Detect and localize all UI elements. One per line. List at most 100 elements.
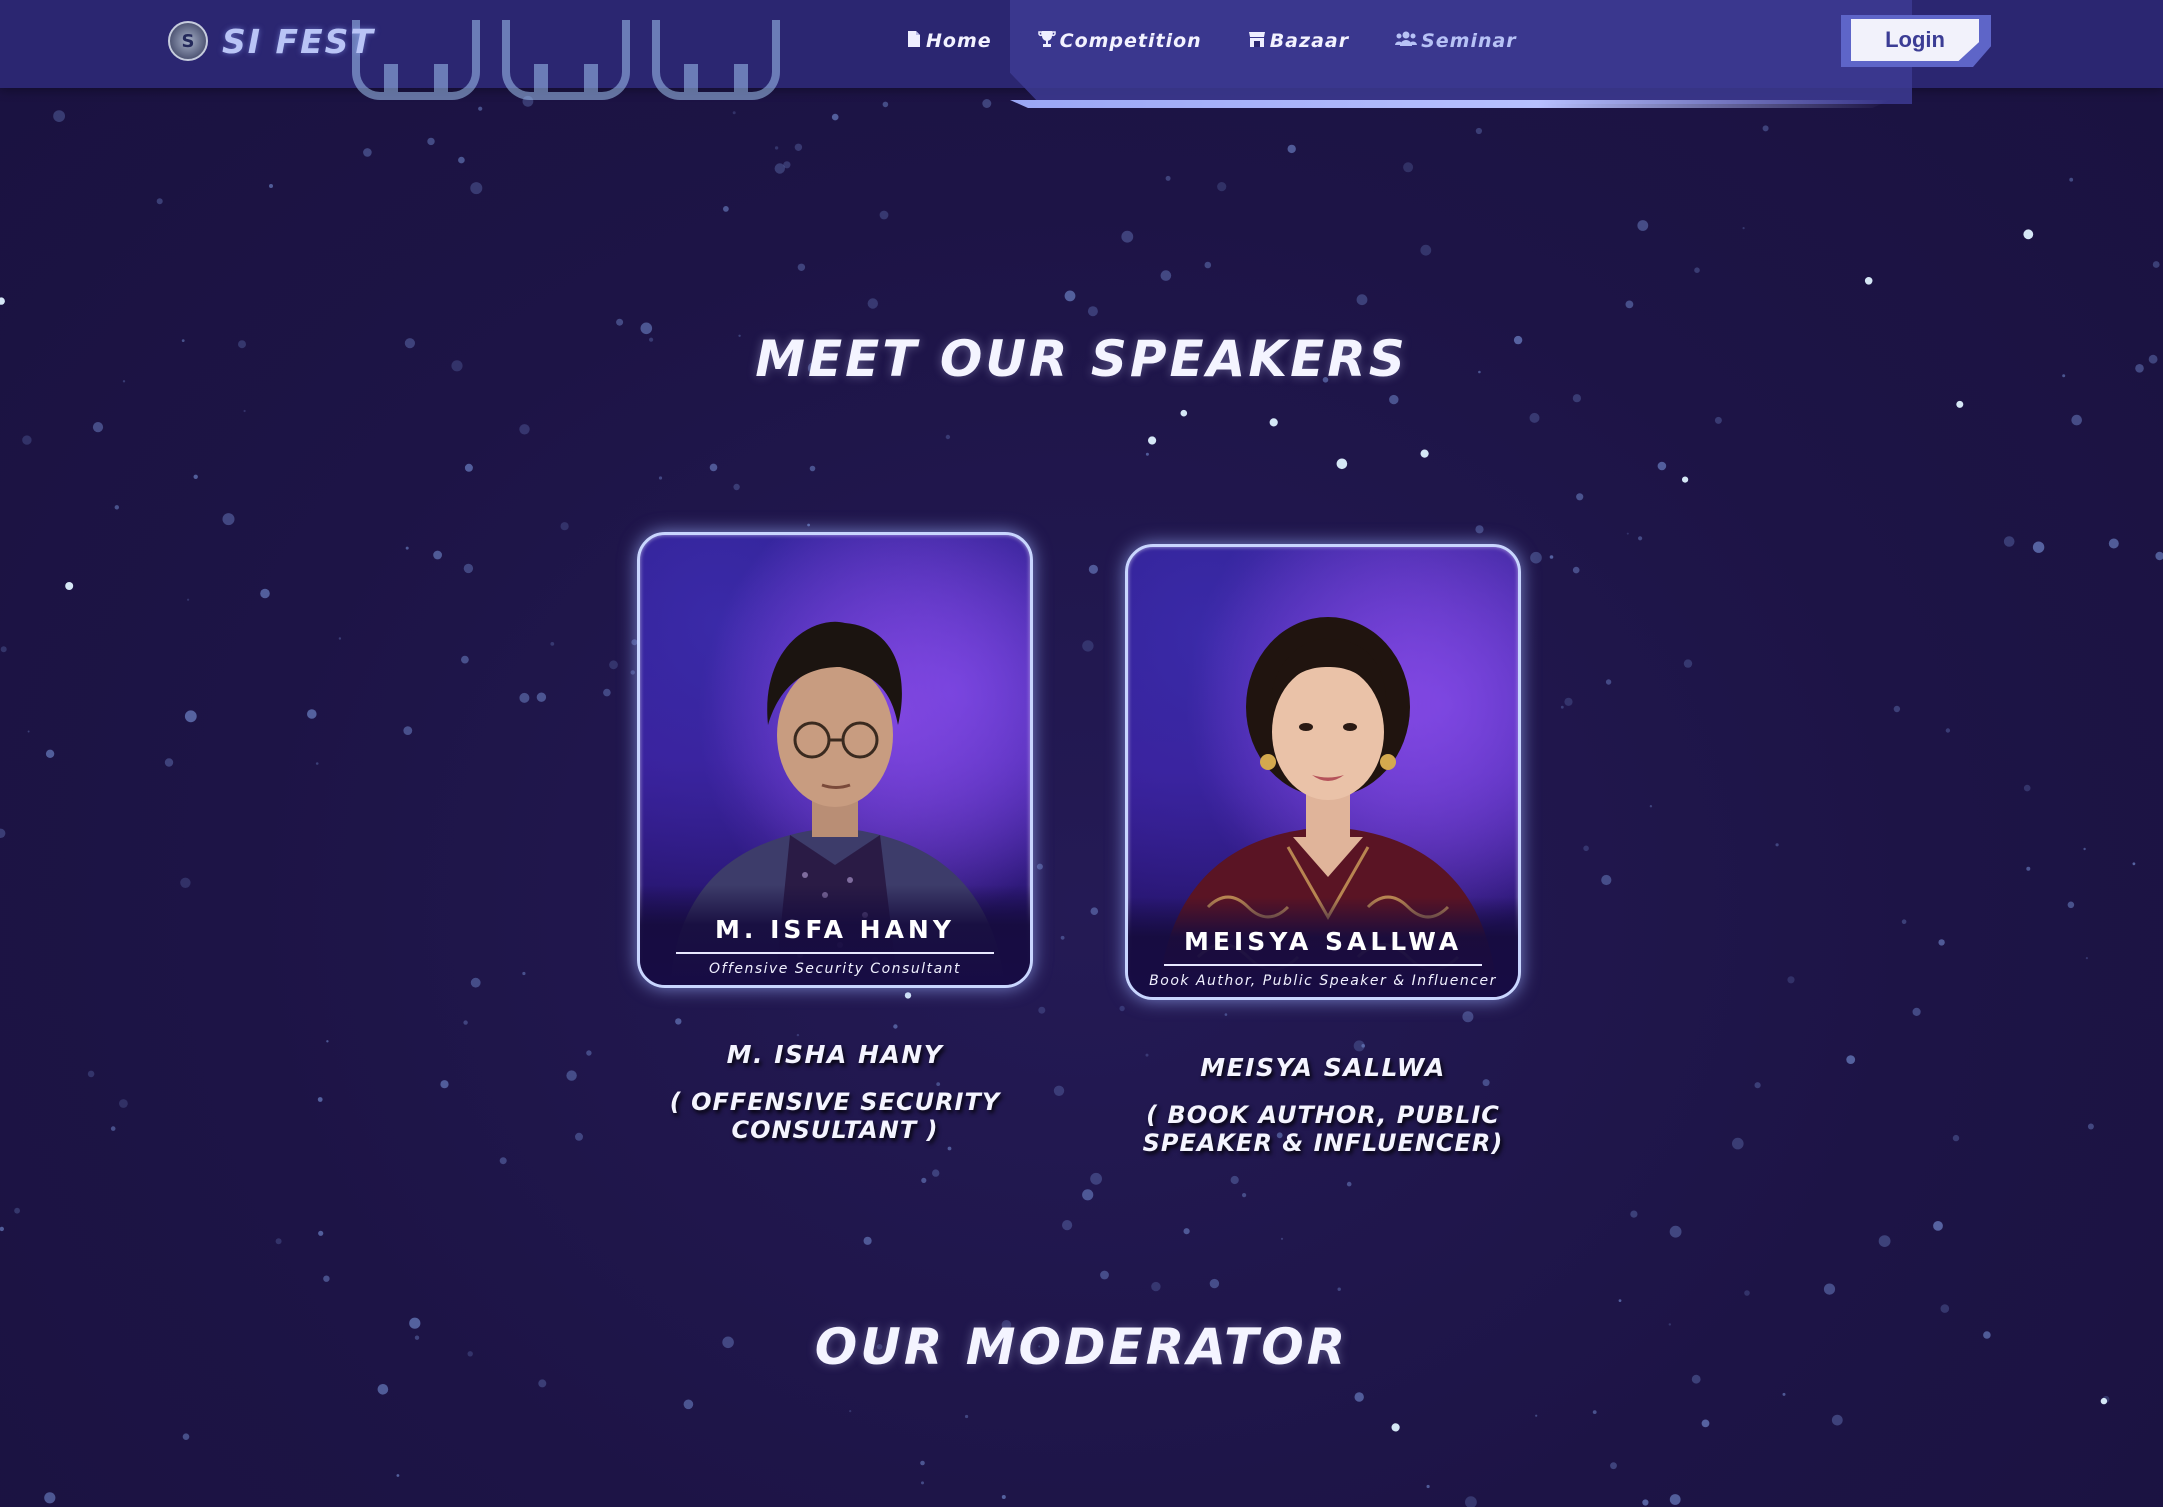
bright-star [1391, 1423, 1400, 1432]
file-icon [906, 30, 922, 53]
star [1535, 1414, 1538, 1417]
star [1403, 162, 1414, 173]
star [1160, 270, 1172, 281]
speaker-card: M. ISFA HANY Offensive Security Consulta… [637, 532, 1033, 988]
star [363, 148, 372, 157]
star [119, 1099, 128, 1108]
nav-link-label: Home [926, 30, 992, 52]
card-speaker-role: Offensive Security Consultant [708, 961, 962, 977]
nav-link-bazaar[interactable]: Bazaar [1248, 30, 1349, 53]
star [1691, 1374, 1701, 1384]
star [2152, 261, 2160, 268]
star [1038, 1006, 1046, 1014]
star [797, 263, 806, 271]
brand-name: SI FEST [222, 21, 375, 61]
star [1714, 416, 1722, 424]
star [1649, 805, 1653, 808]
star [1732, 1137, 1744, 1150]
star [733, 483, 740, 491]
star [831, 113, 839, 121]
star [464, 463, 473, 472]
star [2087, 1123, 2094, 1130]
star [1754, 1082, 1761, 1089]
star [2071, 414, 2082, 426]
star [575, 1132, 583, 1141]
star [2032, 541, 2045, 553]
star [1762, 125, 1769, 132]
star [323, 1275, 330, 1282]
star [1940, 1304, 1950, 1313]
bright-star [1180, 409, 1188, 417]
star [616, 318, 624, 326]
star [1933, 1221, 1943, 1231]
star [2003, 536, 2015, 547]
star [732, 111, 736, 115]
star [849, 1410, 852, 1413]
star [1183, 1228, 1190, 1235]
star [405, 546, 409, 550]
star [1151, 1281, 1161, 1292]
card-speaker-name: MEISYA SALLWA [1183, 927, 1463, 956]
star [275, 1238, 282, 1245]
star [1952, 1134, 1960, 1142]
nav-link-seminar[interactable]: Seminar [1395, 30, 1517, 53]
star [947, 1146, 952, 1151]
star [243, 409, 246, 413]
star [1001, 1495, 1006, 1499]
bright-star [65, 582, 74, 590]
star [519, 692, 530, 703]
star [470, 977, 481, 988]
star [27, 730, 30, 733]
nav-link-competition[interactable]: Competition [1037, 30, 1202, 53]
star [1145, 452, 1149, 456]
users-icon [1395, 30, 1418, 53]
star [1242, 1193, 1247, 1198]
speaker-role: ( BOOK AUTHOR, PUBLIC SPEAKER & INFLUENC… [1142, 1101, 1504, 1157]
star [774, 146, 779, 150]
star [1361, 1044, 1365, 1048]
nav-link-home[interactable]: Home [906, 30, 992, 53]
star [658, 476, 663, 480]
star [1945, 728, 1951, 733]
brand[interactable]: S SI FEST [168, 18, 375, 64]
star [1121, 230, 1134, 243]
nav-link-label: Bazaar [1269, 30, 1350, 52]
star [630, 670, 635, 675]
star [932, 1169, 940, 1177]
bright-star [1420, 449, 1429, 458]
star [1529, 412, 1540, 423]
star [519, 424, 530, 435]
login-button[interactable]: Login [1851, 19, 1979, 61]
star [2132, 862, 2136, 866]
moderator-section-title: OUR MODERATOR [814, 1318, 1349, 1376]
star [1831, 1414, 1843, 1426]
speaker-role: ( OFFENSIVE SECURITY CONSULTANT ) [669, 1088, 1001, 1144]
star [463, 1020, 468, 1025]
star [1572, 394, 1581, 403]
star [1287, 144, 1296, 154]
star [1119, 1005, 1125, 1012]
star [1683, 659, 1693, 668]
star [683, 1399, 694, 1410]
star [1912, 1007, 1921, 1017]
star [87, 1070, 95, 1078]
star [377, 1384, 389, 1395]
star [536, 692, 547, 702]
bright-star [1269, 418, 1278, 427]
star [2023, 784, 2031, 792]
star [807, 523, 810, 527]
star [920, 1460, 925, 1466]
star [882, 101, 889, 108]
seminar-page: S SI FEST Home Competition Bazaar Semina… [0, 0, 2163, 1507]
speaker-info: MEISYA SALLWA ( BOOK AUTHOR, PUBLIC SPEA… [1113, 1053, 1533, 1157]
star [315, 762, 319, 765]
star [1224, 1013, 1228, 1016]
star [586, 1050, 592, 1056]
card-caption: M. ISFA HANY Offensive Security Consulta… [640, 885, 1030, 985]
star [1426, 1484, 1430, 1489]
star [921, 1177, 927, 1183]
trophy-icon [1037, 30, 1056, 53]
star [560, 522, 569, 531]
star [1657, 461, 1667, 471]
star [1878, 1235, 1891, 1247]
